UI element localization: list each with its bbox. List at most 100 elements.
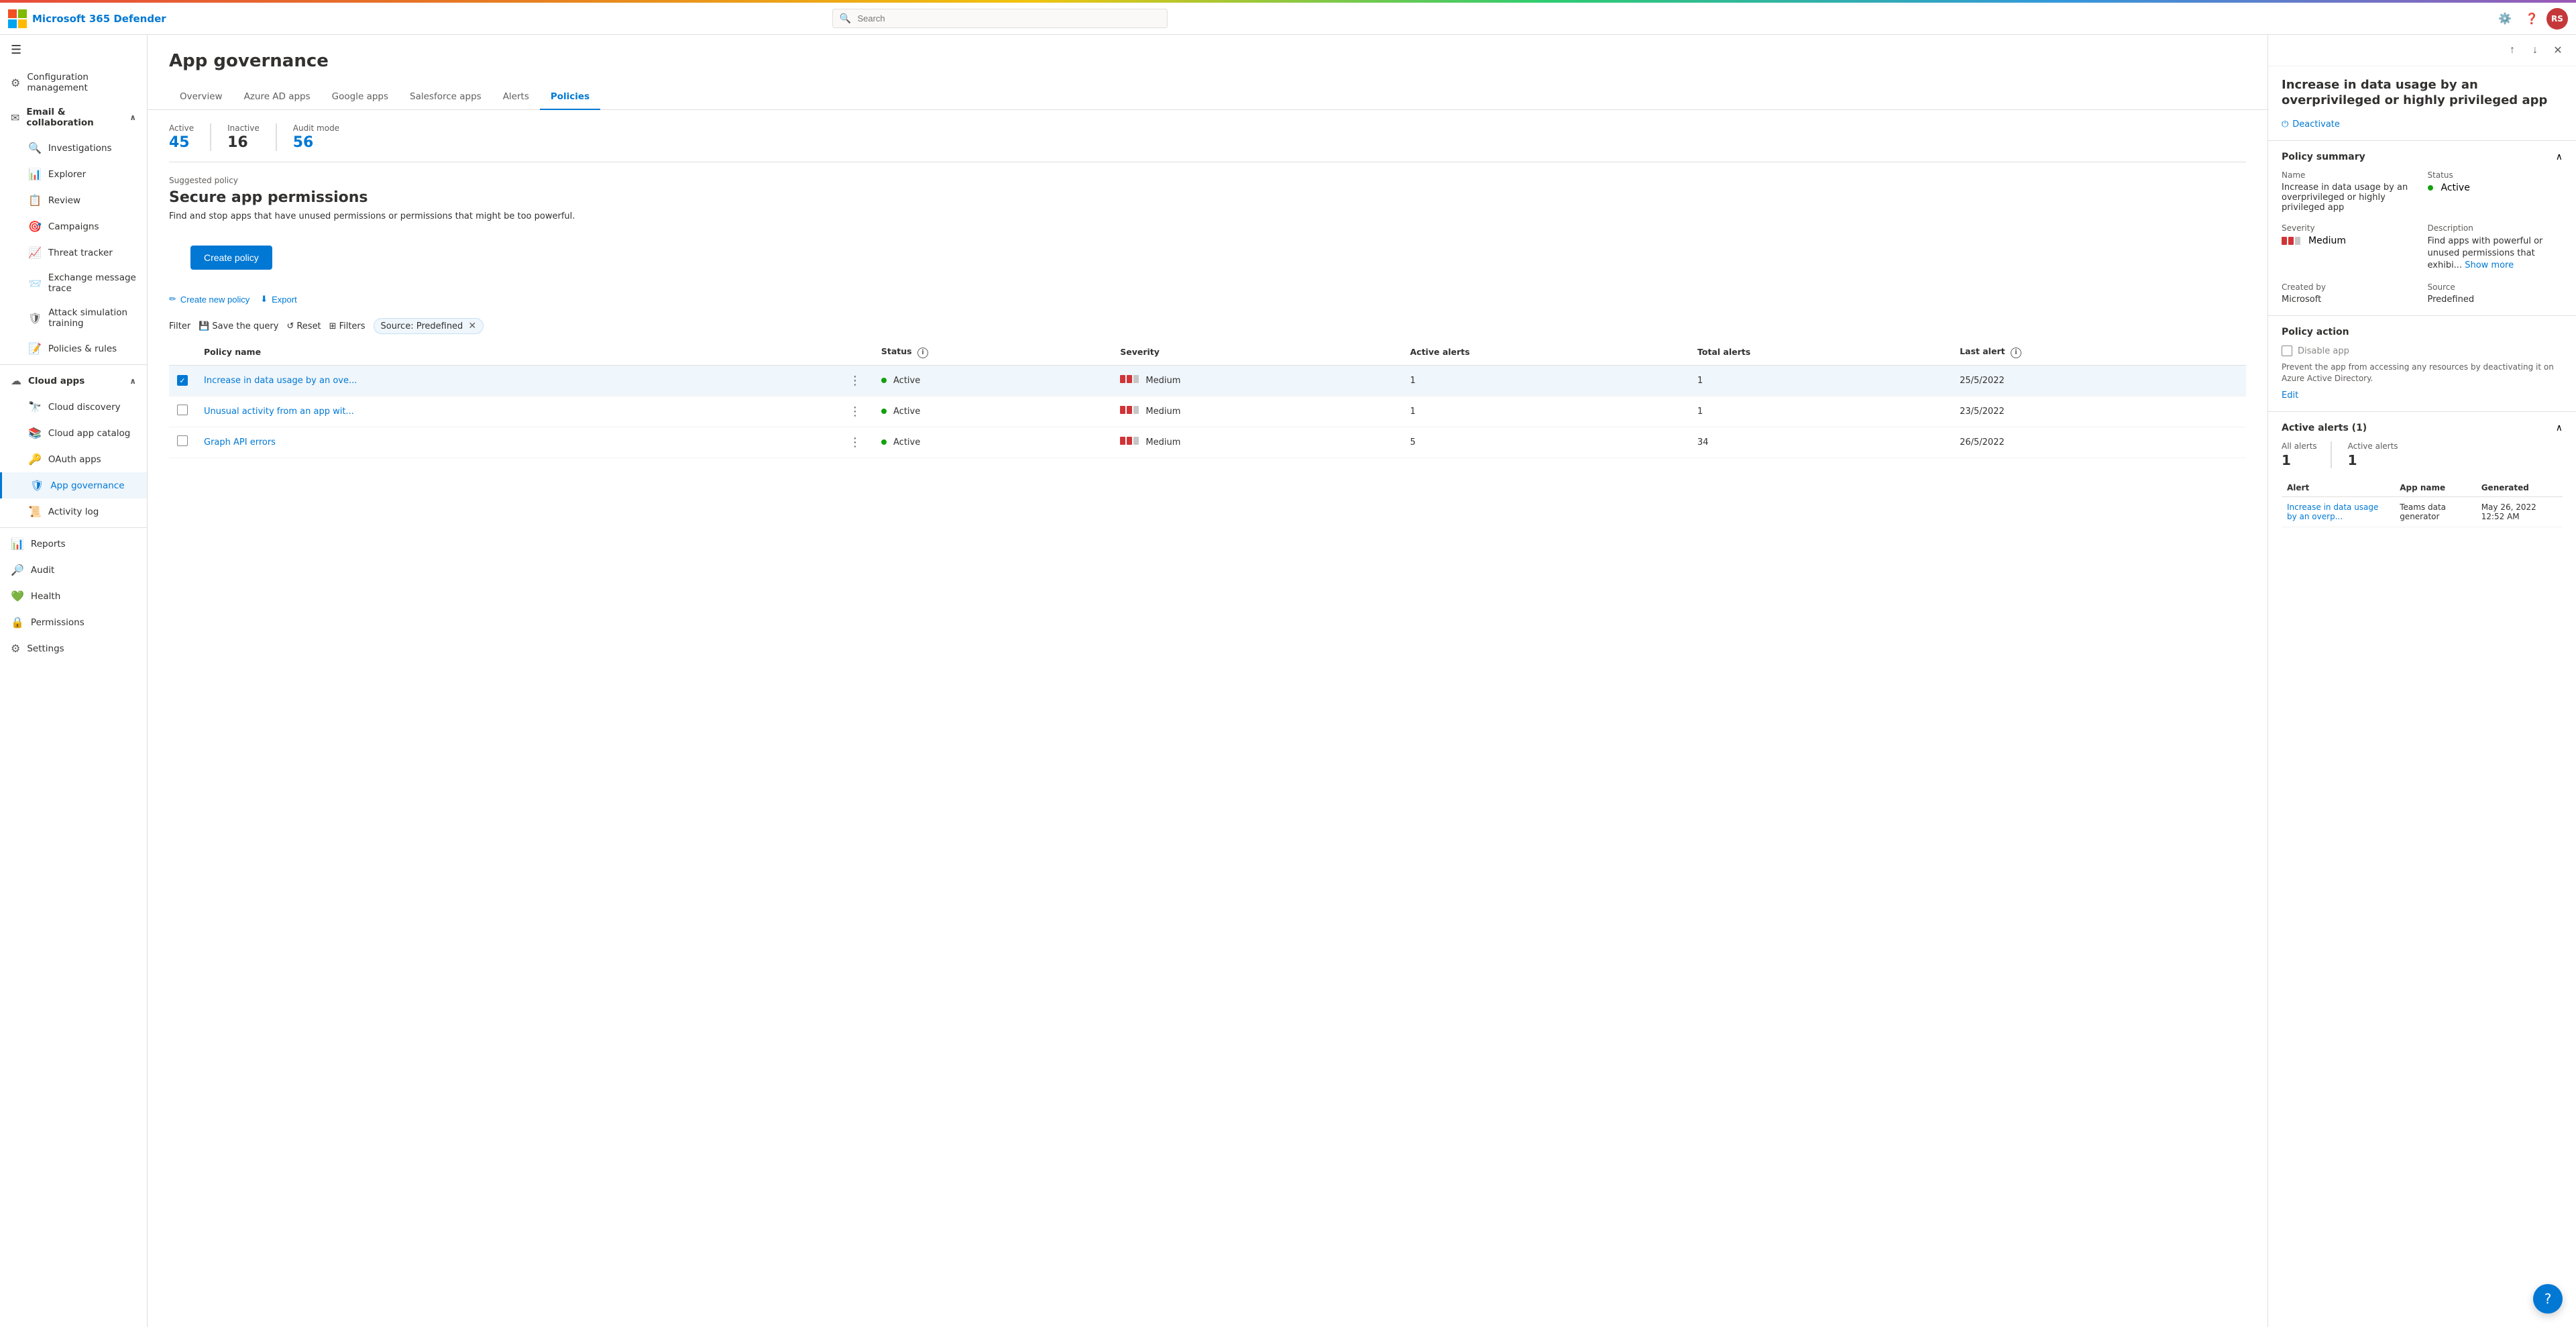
save-query-button[interactable]: 💾 Save the query [199, 321, 278, 331]
filters-button[interactable]: ⊞ Filters [329, 321, 366, 331]
row3-total-alerts: 34 [1689, 427, 1952, 458]
tab-azure-ad-apps[interactable]: Azure AD apps [233, 85, 321, 110]
row1-policy-name[interactable]: Increase in data usage by an ove... [196, 365, 837, 396]
configuration-management-icon: ⚙ [11, 76, 20, 89]
disable-app-checkbox[interactable] [2282, 346, 2292, 356]
col-active-alerts[interactable]: Active alerts [1402, 339, 1689, 365]
sidebar-item-label: Permissions [31, 617, 85, 628]
tab-overview[interactable]: Overview [169, 85, 233, 110]
sev-bar-2 [1127, 406, 1132, 414]
row3-checkbox[interactable] [177, 435, 188, 446]
row3-status: Active [873, 427, 1112, 458]
filter-tag-remove[interactable]: ✕ [468, 321, 476, 331]
row3-more-button[interactable]: ⋮ [845, 434, 865, 451]
sidebar-item-app-governance[interactable]: 🛡 App governance [0, 472, 147, 498]
tab-google-apps[interactable]: Google apps [321, 85, 399, 110]
user-avatar[interactable]: RS [2546, 8, 2568, 30]
filter-tag-text: Source: Predefined [381, 321, 463, 331]
alerts-section-header[interactable]: Active alerts (1) ∧ [2282, 423, 2563, 433]
row1-checkbox[interactable] [177, 375, 188, 386]
row1-severity-bars [1120, 375, 1139, 383]
sev-bar-1 [1120, 406, 1125, 414]
sidebar-item-oauth-apps[interactable]: 🔑 OAuth apps [0, 446, 147, 472]
sidebar-item-label: Email & collaboration [26, 107, 123, 128]
sidebar-item-label: OAuth apps [48, 454, 101, 465]
hamburger-button[interactable]: ☰ [0, 35, 147, 65]
stat-active: Active 45 [169, 123, 211, 151]
row1-more-button[interactable]: ⋮ [845, 372, 865, 389]
sidebar-item-activity-log[interactable]: 📜 Activity log [0, 498, 147, 525]
export-button[interactable]: ⬇ Export [260, 291, 296, 307]
show-more-link[interactable]: Show more [2465, 260, 2514, 270]
filter-label: Filter [169, 321, 190, 331]
help-bot-button[interactable]: ? [2533, 1284, 2563, 1314]
col-status[interactable]: Status i [873, 339, 1112, 365]
active-alerts-count: Active alerts 1 [2348, 441, 2412, 468]
tabs-bar: Overview Azure AD apps Google apps Sales… [148, 85, 2267, 110]
alert-cell[interactable]: Increase in data usage by an overp... [2282, 496, 2394, 527]
sidebar-item-audit[interactable]: 🔎 Audit [0, 557, 147, 583]
settings-button[interactable]: ⚙️ [2493, 7, 2517, 31]
sidebar-item-threat-tracker[interactable]: 📈 Threat tracker [0, 240, 147, 266]
row2-policy-name[interactable]: Unusual activity from an app wit... [196, 396, 837, 427]
row1-checkbox-cell [169, 365, 196, 396]
sidebar-item-label: Investigations [48, 143, 112, 154]
row1-active-alerts: 1 [1402, 365, 1689, 396]
create-new-policy-button[interactable]: ✏ Create new policy [169, 291, 249, 307]
table-row[interactable]: Graph API errors ⋮ Active [169, 427, 2246, 458]
panel-close-button[interactable]: ✕ [2548, 40, 2568, 60]
panel-prev-button[interactable]: ↑ [2502, 40, 2522, 60]
row3-last-alert: 26/5/2022 [1952, 427, 2246, 458]
search-input[interactable] [832, 9, 1168, 28]
deactivate-button[interactable]: ⏻ Deactivate [2268, 114, 2576, 141]
created-by-label: Created by [2282, 282, 2417, 292]
sidebar-item-cloud-discovery[interactable]: 🔭 Cloud discovery [0, 394, 147, 420]
tab-policies[interactable]: Policies [540, 85, 600, 110]
sidebar-item-reports[interactable]: 📊 Reports [0, 531, 147, 557]
sidebar-item-health[interactable]: 💚 Health [0, 583, 147, 609]
sidebar-item-cloud-apps[interactable]: ☁ Cloud apps ∧ [0, 368, 147, 394]
generated-col: Generated [2476, 479, 2563, 497]
tab-salesforce-apps[interactable]: Salesforce apps [399, 85, 492, 110]
create-policy-button[interactable]: Create policy [190, 246, 272, 270]
policy-summary-header[interactable]: Policy summary ∧ [2282, 152, 2563, 162]
col-severity[interactable]: Severity [1112, 339, 1402, 365]
active-alerts-value: 1 [2348, 452, 2398, 468]
row3-policy-name[interactable]: Graph API errors [196, 427, 837, 458]
panel-next-button[interactable]: ↓ [2525, 40, 2545, 60]
sidebar-item-explorer[interactable]: 📊 Explorer [0, 161, 147, 187]
policy-summary-title: Policy summary [2282, 152, 2365, 162]
tab-alerts[interactable]: Alerts [492, 85, 540, 110]
policies-rules-icon: 📝 [28, 342, 42, 355]
col-last-alert[interactable]: Last alert i [1952, 339, 2246, 365]
sidebar-item-policies-rules[interactable]: 📝 Policies & rules [0, 335, 147, 362]
cloud-discovery-icon: 🔭 [28, 401, 42, 413]
col-total-alerts[interactable]: Total alerts [1689, 339, 1952, 365]
sidebar-item-campaigns[interactable]: 🎯 Campaigns [0, 213, 147, 240]
sidebar-item-label: Cloud discovery [48, 402, 121, 413]
row2-severity-bars [1120, 406, 1139, 414]
app-logo: Microsoft 365 Defender [8, 9, 166, 28]
edit-link[interactable]: Edit [2282, 390, 2298, 401]
help-button[interactable]: ❓ [2520, 7, 2544, 31]
row2-more-button[interactable]: ⋮ [845, 403, 865, 420]
row2-checkbox[interactable] [177, 405, 188, 415]
sidebar-item-configuration-management[interactable]: ⚙ Configuration management [0, 65, 147, 100]
table-row[interactable]: Increase in data usage by an ove... ⋮ Ac… [169, 365, 2246, 396]
sidebar-item-permissions[interactable]: 🔒 Permissions [0, 609, 147, 635]
sidebar-item-cloud-app-catalog[interactable]: 📚 Cloud app catalog [0, 420, 147, 446]
sidebar-item-review[interactable]: 📋 Review [0, 187, 147, 213]
sidebar-item-settings[interactable]: ⚙ Settings [0, 635, 147, 661]
sidebar-item-email-collaboration[interactable]: ✉ Email & collaboration ∧ [0, 100, 147, 135]
reset-button[interactable]: ↺ Reset [286, 321, 321, 331]
sidebar-item-attack-simulation-training[interactable]: 🛡 Attack simulation training [0, 301, 147, 335]
sidebar-item-investigations[interactable]: 🔍 Investigations [0, 135, 147, 161]
policy-summary-chevron: ∧ [2556, 152, 2563, 162]
status-info-icon[interactable]: i [917, 348, 928, 358]
table-row[interactable]: Unusual activity from an app wit... ⋮ Ac… [169, 396, 2246, 427]
last-alert-info-icon[interactable]: i [2011, 348, 2021, 358]
sidebar-item-exchange-message-trace[interactable]: 📨 Exchange message trace [0, 266, 147, 301]
row3-active-alerts: 5 [1402, 427, 1689, 458]
col-policy-name[interactable]: Policy name [196, 339, 837, 365]
row3-severity: Medium [1112, 427, 1402, 458]
